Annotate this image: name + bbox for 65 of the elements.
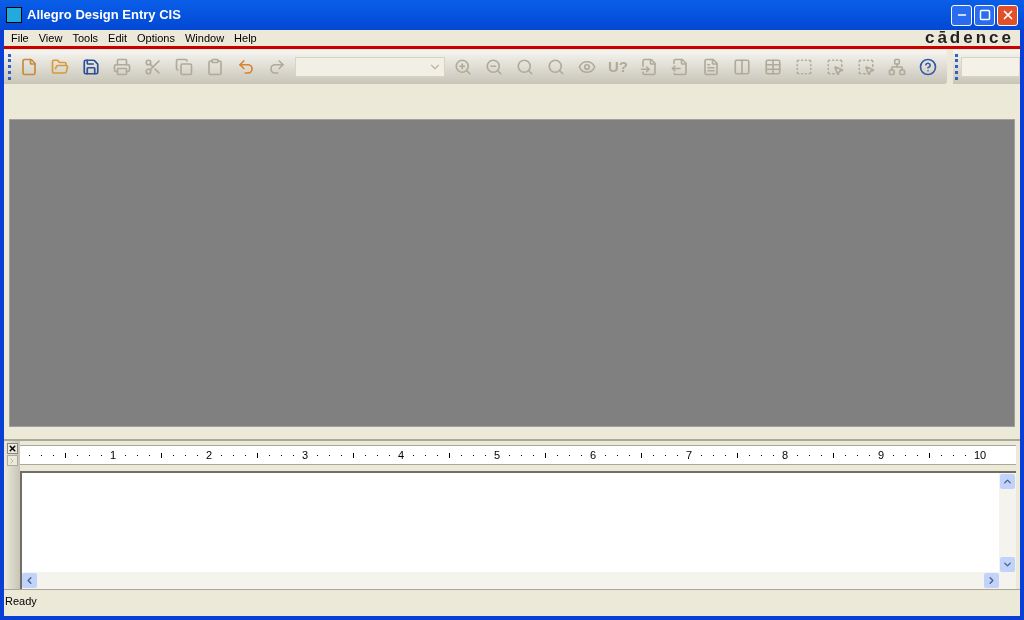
scroll-left-button[interactable] xyxy=(22,573,37,588)
ruler-label: 1 xyxy=(110,449,118,461)
menu-item[interactable]: Window xyxy=(179,29,230,47)
input-field[interactable] xyxy=(961,57,1020,77)
ruler-tick xyxy=(545,452,546,458)
scroll-down-button[interactable] xyxy=(1000,557,1015,572)
document-arrow-icon xyxy=(671,58,689,76)
menu-item[interactable]: Help xyxy=(229,29,262,47)
app-icon xyxy=(6,7,22,23)
ruler-tick xyxy=(929,452,930,458)
zoom-out-icon xyxy=(485,58,503,76)
window-title: Allegro Design Entry CIS xyxy=(27,6,181,25)
ruler-label: 5 xyxy=(494,449,502,461)
ruler-tick xyxy=(737,452,738,458)
ruler-label: 3 xyxy=(302,449,310,461)
ruler-label: 9 xyxy=(878,449,886,461)
status-text: Ready xyxy=(5,594,37,610)
magnifier-icon xyxy=(547,58,565,76)
ruler-tick xyxy=(65,452,66,458)
vertical-scrollbar[interactable] xyxy=(999,473,1016,589)
magnifier-icon xyxy=(516,58,534,76)
ruler-label: 7 xyxy=(686,449,694,461)
document-icon xyxy=(20,58,38,76)
close-icon xyxy=(7,444,17,453)
printer-icon xyxy=(113,58,131,76)
ruler-label: 6 xyxy=(590,449,598,461)
ruler-tick xyxy=(833,452,834,458)
minimize-button[interactable] xyxy=(951,4,972,26)
menu-item[interactable]: Options xyxy=(132,29,180,47)
maximize-button[interactable] xyxy=(974,4,995,26)
menu-item[interactable]: Tools xyxy=(67,29,104,47)
scissors-icon xyxy=(144,58,162,76)
ruler-tick xyxy=(449,452,450,458)
menu-item[interactable]: Edit xyxy=(103,29,133,47)
zoom-in-icon xyxy=(454,58,472,76)
eye-icon xyxy=(578,58,596,76)
menu-item[interactable]: File xyxy=(6,29,34,47)
scroll-right-button[interactable] xyxy=(984,573,999,588)
ruler-label: 2 xyxy=(206,449,214,461)
clipboard-icon xyxy=(206,58,224,76)
folder-icon xyxy=(51,58,69,76)
horizontal-scrollbar[interactable] xyxy=(22,572,999,589)
copy-icon xyxy=(175,58,193,76)
maximize-icon xyxy=(978,9,991,21)
undo-icon xyxy=(237,58,255,76)
table-icon xyxy=(764,58,782,76)
document-arrow-icon xyxy=(640,58,658,76)
ruler-tick xyxy=(257,452,258,458)
menu-item[interactable]: View xyxy=(33,29,68,47)
ruler-tick xyxy=(641,452,642,458)
two-panels-icon xyxy=(733,58,751,76)
ruler-label: 4 xyxy=(398,449,406,461)
close-button[interactable] xyxy=(6,443,18,454)
redo-icon xyxy=(268,58,286,76)
document-icon xyxy=(702,58,720,76)
ruler-label: 8 xyxy=(782,449,790,461)
tree-icon xyxy=(888,58,906,76)
brand-logo: cādence xyxy=(924,27,1014,50)
dashed-square-icon xyxy=(795,58,813,76)
scroll-up-button[interactable] xyxy=(1000,474,1015,489)
dashed-square-pointer-icon xyxy=(826,58,844,76)
help-icon xyxy=(919,58,937,76)
square-pointer-icon xyxy=(857,58,875,76)
ruler-tick xyxy=(353,452,354,458)
ruler-tick xyxy=(161,452,162,458)
